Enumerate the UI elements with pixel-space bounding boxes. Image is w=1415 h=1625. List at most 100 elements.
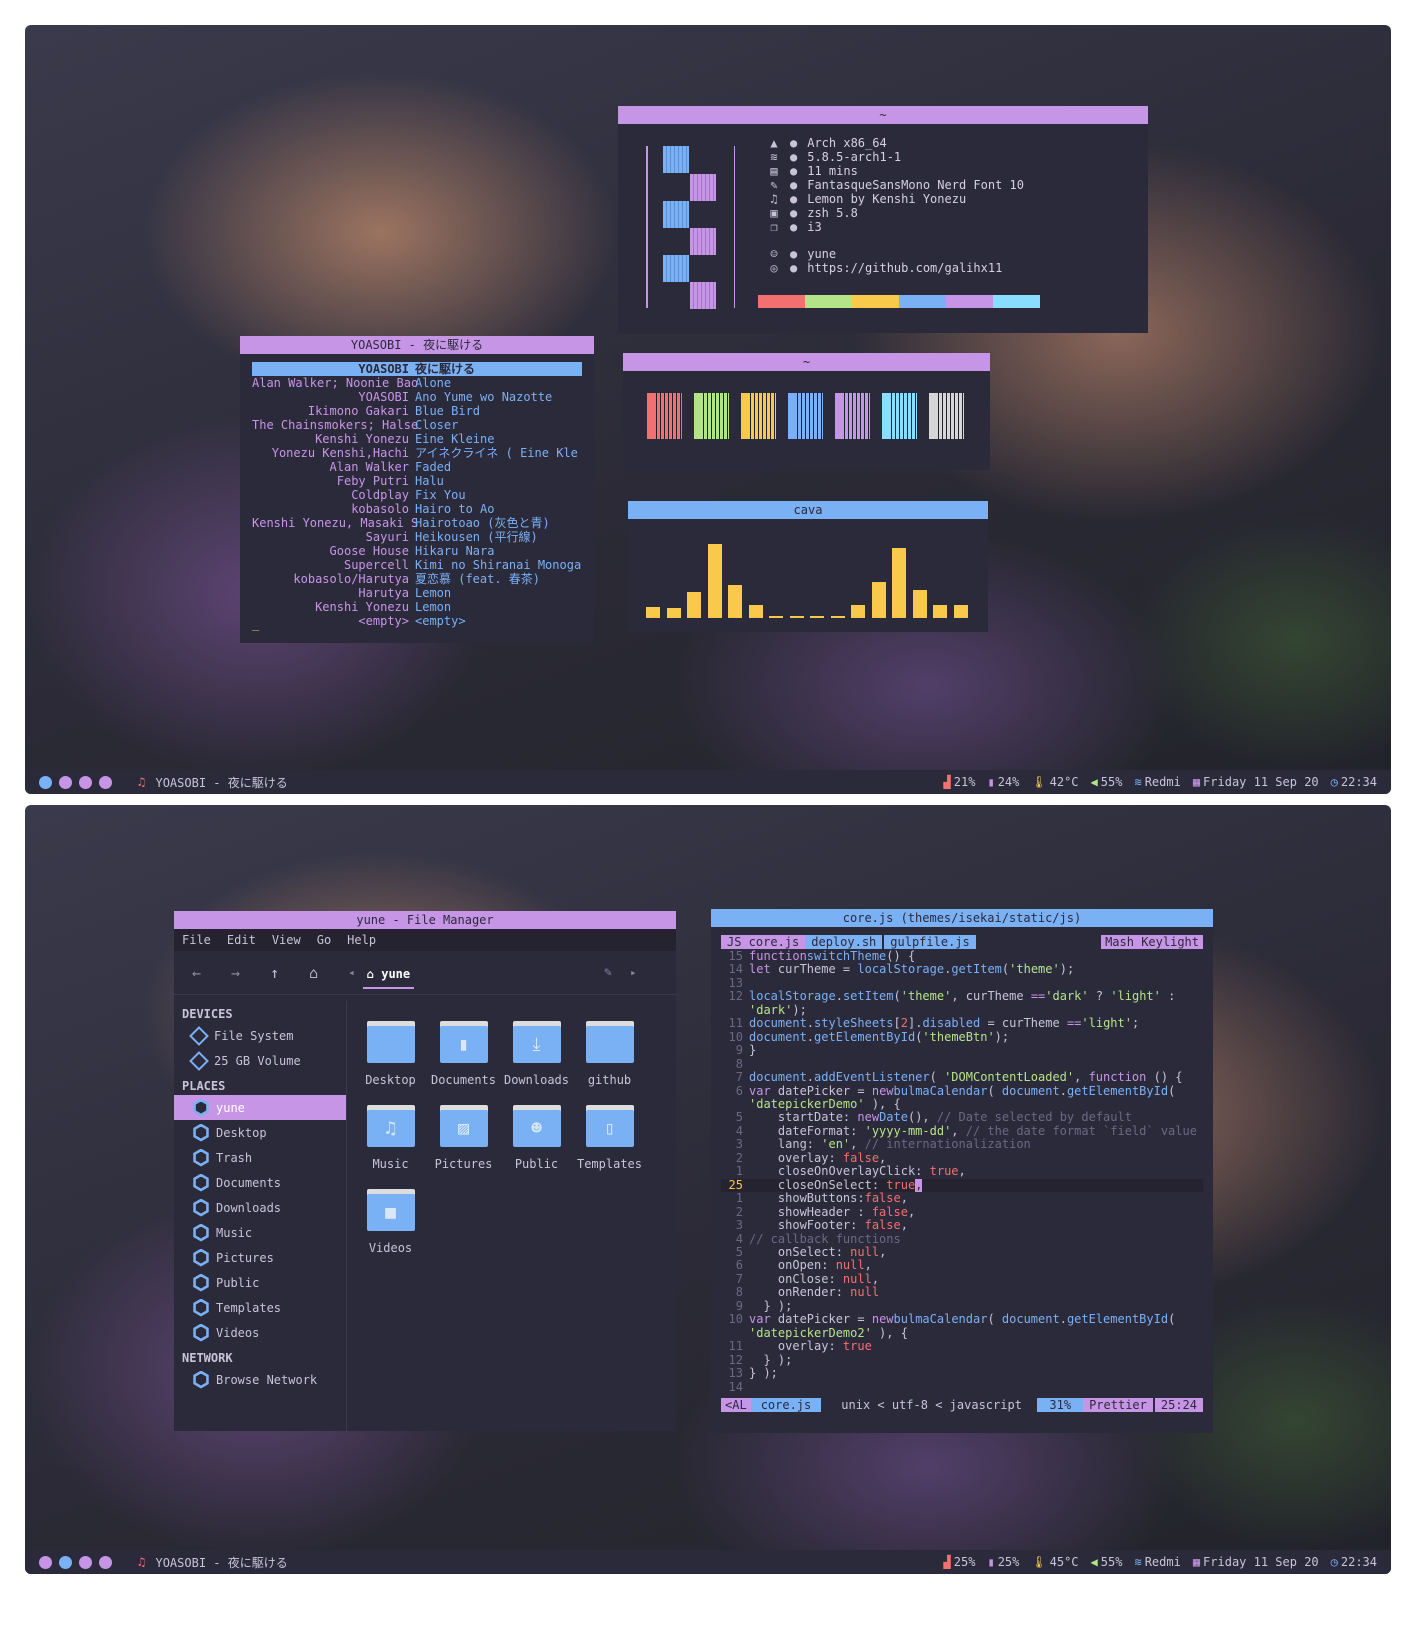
playlist-row[interactable]: Alan Walker Faded bbox=[252, 460, 582, 474]
workspace-dot[interactable] bbox=[99, 775, 112, 789]
home-icon[interactable]: ⌂ bbox=[309, 964, 318, 982]
sidebar-device[interactable]: File System bbox=[174, 1023, 346, 1048]
playlist-row[interactable]: Supercell Kimi no Shiranai Monogata bbox=[252, 558, 582, 572]
theme-label: Mash Keylight bbox=[1101, 935, 1203, 949]
playlist-row[interactable]: Alan Walker; Noonie Bao Alone bbox=[252, 376, 582, 390]
artist: kobasolo bbox=[351, 502, 409, 516]
workspace-dot[interactable] bbox=[99, 1555, 112, 1569]
sidebar-item-desktop[interactable]: Desktop bbox=[174, 1120, 346, 1145]
workspace-dot[interactable] bbox=[39, 1555, 52, 1569]
file-name: github bbox=[587, 1073, 632, 1087]
sidebar-item-templates[interactable]: Templates bbox=[174, 1295, 346, 1320]
editor-statusline: <AL core.js unix < utf-8 < javascript 31… bbox=[721, 1398, 1203, 1412]
code-buffer[interactable]: 15 function switchTheme() { 14 let curThe… bbox=[721, 949, 1203, 1394]
info-text: yune bbox=[807, 247, 837, 261]
desktop-top: ~ ▲ ● Arch x86_64 ≋ ● 5.8.5-arch1-1 ▤ ● 11 mins ✎… bbox=[25, 25, 1391, 794]
menu-view[interactable]: View bbox=[272, 933, 301, 947]
cava-window[interactable]: cava bbox=[628, 501, 988, 632]
sidebar-item-music[interactable]: Music bbox=[174, 1220, 346, 1245]
playlist-row[interactable]: Kenshi Yonezu Eine Kleine bbox=[252, 432, 582, 446]
playlist-row[interactable]: Kenshi Yonezu, Masaki S Hairotoao (灰色と青) bbox=[252, 516, 582, 530]
file-item[interactable]: github bbox=[573, 1021, 646, 1087]
artist: Kenshi Yonezu, Masaki S bbox=[252, 516, 419, 530]
music-player-window[interactable]: YOASOBI - 夜に駆ける YOASOBI 夜に駆ける Alan Walker;… bbox=[240, 336, 594, 643]
file-item[interactable]: ▨ Pictures bbox=[427, 1105, 500, 1171]
playlist-row[interactable]: kobasolo Hairo to Ao bbox=[252, 502, 582, 516]
playlist-row[interactable]: Feby Putri Halu bbox=[252, 474, 582, 488]
menu-help[interactable]: Help bbox=[347, 933, 376, 947]
bullet: ● bbox=[790, 150, 798, 164]
status-file: core.js bbox=[750, 1398, 822, 1412]
edit-path-icon[interactable]: ✎ bbox=[604, 965, 612, 980]
playlist-row[interactable]: Sayuri Heikousen (平行線) bbox=[252, 530, 582, 544]
tab-deploy[interactable]: deploy.sh bbox=[805, 935, 883, 949]
editor-window[interactable]: core.js (themes/isekai/static/js) JS cor… bbox=[711, 909, 1213, 1433]
back-icon[interactable]: ← bbox=[192, 964, 201, 982]
playlist-row[interactable]: Coldplay Fix You bbox=[252, 488, 582, 502]
playlist-row[interactable]: <empty> <empty> bbox=[252, 614, 582, 628]
playlist-row[interactable]: Goose House Hikaru Nara bbox=[252, 544, 582, 558]
neofetch-window[interactable]: ~ ▲ ● Arch x86_64 ≋ ● 5.8.5-arch1-1 ▤ ● 11 mins ✎… bbox=[618, 106, 1148, 333]
menu-bar: File Edit View Go Help bbox=[174, 929, 676, 951]
sidebar-item-trash[interactable]: Trash bbox=[174, 1145, 346, 1170]
file-item[interactable]: ♫ Music bbox=[354, 1105, 427, 1171]
artist: Goose House bbox=[329, 544, 409, 558]
playlist-row[interactable]: YOASOBI 夜に駆ける bbox=[252, 362, 582, 376]
menu-edit[interactable]: Edit bbox=[227, 933, 256, 947]
up-icon[interactable]: ↑ bbox=[270, 964, 279, 982]
forward-icon[interactable]: → bbox=[231, 964, 240, 982]
playlist-row[interactable]: Kenshi Yonezu Lemon bbox=[252, 600, 582, 614]
sidebar-item-videos[interactable]: Videos bbox=[174, 1320, 346, 1345]
sidebar-item-network[interactable]: Browse Network bbox=[174, 1367, 346, 1392]
bullet: ● bbox=[790, 206, 798, 220]
playlist-row[interactable]: Harutya Lemon bbox=[252, 586, 582, 600]
playlist-row[interactable]: YOASOBI Ano Yume wo Nazotte bbox=[252, 390, 582, 404]
music-icon: ♫ bbox=[770, 192, 778, 206]
file-item[interactable]: ■ Videos bbox=[354, 1189, 427, 1255]
playlist[interactable]: YOASOBI 夜に駆ける Alan Walker; Noonie Bao Alone… bbox=[240, 362, 594, 628]
menu-file[interactable]: File bbox=[182, 933, 211, 947]
folder-downloads-icon: ⤓ bbox=[512, 1021, 561, 1063]
user-icon: ☺ bbox=[770, 247, 778, 261]
status-position: 25:24 bbox=[1154, 1398, 1203, 1412]
sidebar-device[interactable]: 25 GB Volume bbox=[174, 1048, 346, 1073]
window-title: ~ bbox=[618, 106, 1148, 124]
playlist-row[interactable]: Ikimono Gakari Blue Bird bbox=[252, 404, 582, 418]
artist: YOASOBI bbox=[358, 390, 409, 404]
sidebar-item-yune[interactable]: yune bbox=[174, 1095, 346, 1120]
sidebar-item-pictures[interactable]: Pictures bbox=[174, 1245, 346, 1270]
tab-core[interactable]: JS core.js bbox=[721, 935, 806, 949]
path-right-icon[interactable]: ▸ bbox=[630, 966, 637, 979]
file-item[interactable]: ▯ Templates bbox=[573, 1105, 646, 1171]
file-item[interactable]: Desktop bbox=[354, 1021, 427, 1087]
wifi-name: Redmi bbox=[1144, 775, 1181, 789]
file-item[interactable]: ☻ Public bbox=[500, 1105, 573, 1171]
workspace-dot[interactable] bbox=[59, 1555, 72, 1569]
color-blocks-window[interactable]: ~ bbox=[623, 353, 990, 470]
track: Ano Yume wo Nazotte bbox=[415, 390, 553, 404]
file-item[interactable]: ▮ Documents bbox=[427, 1021, 500, 1087]
path-crumb[interactable]: ⌂ yune bbox=[362, 967, 415, 989]
sidebar-item-public[interactable]: Public bbox=[174, 1270, 346, 1295]
info-line: ☺ ● yune bbox=[768, 247, 1024, 261]
track: Hikaru Nara bbox=[415, 544, 495, 558]
wifi-icon: ≋ bbox=[1134, 1555, 1142, 1569]
sidebar-item-downloads[interactable]: Downloads bbox=[174, 1195, 346, 1220]
time: 22:34 bbox=[1340, 775, 1377, 789]
memory-icon: ▮ bbox=[987, 775, 995, 789]
tab-gulpfile[interactable]: gulpfile.js bbox=[884, 935, 976, 949]
file-item[interactable]: ⤓ Downloads bbox=[500, 1021, 573, 1087]
file-manager-window[interactable]: yune - File Manager File Edit View Go Help ←… bbox=[174, 911, 676, 1431]
menu-go[interactable]: Go bbox=[317, 933, 331, 947]
workspace-dot[interactable] bbox=[79, 1555, 92, 1569]
workspace-dot[interactable] bbox=[79, 775, 92, 789]
sidebar-item-documents[interactable]: Documents bbox=[174, 1170, 346, 1195]
mode-indicator: <AL bbox=[721, 1398, 751, 1412]
playlist-row[interactable]: Yonezu Kenshi,Hachi アイネクライネ ( Eine Kle bbox=[252, 446, 582, 460]
workspace-dot[interactable] bbox=[39, 775, 52, 789]
playlist-row[interactable]: kobasolo/Harutya 夏恋慕 (feat. 春茶) bbox=[252, 572, 582, 586]
playlist-row[interactable]: The Chainsmokers; Halse Closer bbox=[252, 418, 582, 432]
workspace-indicators bbox=[25, 775, 112, 789]
workspace-dot[interactable] bbox=[59, 775, 72, 789]
path-left-icon[interactable]: ◂ bbox=[348, 966, 355, 979]
